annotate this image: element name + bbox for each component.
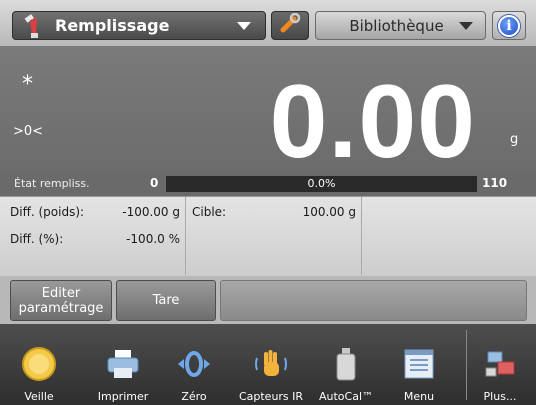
diff-percent-value: -100.0 % [126,232,180,246]
fill-progress-bar: 0.0% [166,176,477,192]
empty-button-slot [220,280,527,321]
ir-sensors-label: Capteurs IR [238,390,304,403]
diff-percent-label: Diff. (%): [10,232,64,246]
target-label: Cible: [192,205,227,219]
diff-weight-value: -100.00 g [122,205,180,219]
top-bar: Remplissage Bibliothèque i [0,0,536,46]
power-icon [21,346,57,382]
print-label: Imprimer [97,390,149,403]
info-button[interactable]: i [492,11,526,40]
zero-icon [176,346,212,382]
menu-icon [401,346,437,382]
info-column-target: Cible: 100.00 g [186,197,362,275]
library-dropdown[interactable]: Bibliothèque [315,11,486,40]
library-label: Bibliothèque [349,16,444,35]
zero-label: Zéro [181,390,207,403]
weight-display: * >0< 0.00 g [0,46,536,180]
standby-label: Veille [24,390,54,403]
diff-weight-label: Diff. (poids): [10,205,85,219]
info-grid: Diff. (poids): -100.00 g Diff. (%): -100… [0,196,536,276]
application-mode-dropdown[interactable]: Remplissage [12,11,266,40]
ir-sensors-button[interactable]: Capteurs IR [234,324,308,405]
target-row: Cible: 100.00 g [192,205,356,221]
more-label: Plus... [483,390,517,403]
weight-icon [328,346,364,382]
more-button[interactable]: Plus... [474,324,526,405]
menu-label: Menu [403,390,435,403]
hand-icon [253,346,289,382]
toolbar-divider [466,330,467,400]
info-column-diff: Diff. (poids): -100.00 g Diff. (%): -100… [0,197,186,275]
action-button-row: Editer paramétrage Tare [0,276,536,324]
bottom-toolbar: Veille Imprimer Zéro Capteurs IR AutoCal… [0,324,536,405]
autocal-button[interactable]: AutoCal™ [316,324,376,405]
print-button[interactable]: Imprimer [88,324,158,405]
fill-status-label: État rempliss. [14,177,90,190]
funnel-icon [21,13,47,39]
zero-button[interactable]: Zéro [168,324,220,405]
chevron-down-icon [459,21,473,30]
diff-percent-row: Diff. (%): -100.0 % [10,232,180,248]
target-value: 100.00 g [302,205,356,219]
tare-label: Tare [152,293,180,308]
weight-value: 0.00 [269,64,476,180]
info-column-empty [362,197,536,275]
edit-settings-label: Editer paramétrage [18,285,104,316]
wrench-icon [278,12,302,39]
fill-progress-row: État rempliss. 0 0.0% 110 [0,172,536,196]
printer-icon [105,346,141,382]
stability-indicator: * [22,72,33,97]
more-icon [482,346,518,382]
info-icon: i [498,14,520,37]
tare-button[interactable]: Tare [116,280,216,321]
menu-button[interactable]: Menu [392,324,446,405]
edit-settings-button[interactable]: Editer paramétrage [10,280,112,321]
fill-percent: 0.0% [307,177,336,190]
fill-max-value: 110 [482,176,508,190]
autocal-label: AutoCal™ [318,390,374,403]
weight-unit[interactable]: g [510,132,518,147]
application-mode-label: Remplissage [55,16,170,35]
chevron-down-icon [237,21,251,30]
center-of-zero-indicator: >0< [13,124,44,139]
diff-weight-row: Diff. (poids): -100.00 g [10,205,180,221]
fill-min-value: 0 [150,176,159,190]
settings-tool-button[interactable] [271,11,309,40]
standby-button[interactable]: Veille [12,324,66,405]
